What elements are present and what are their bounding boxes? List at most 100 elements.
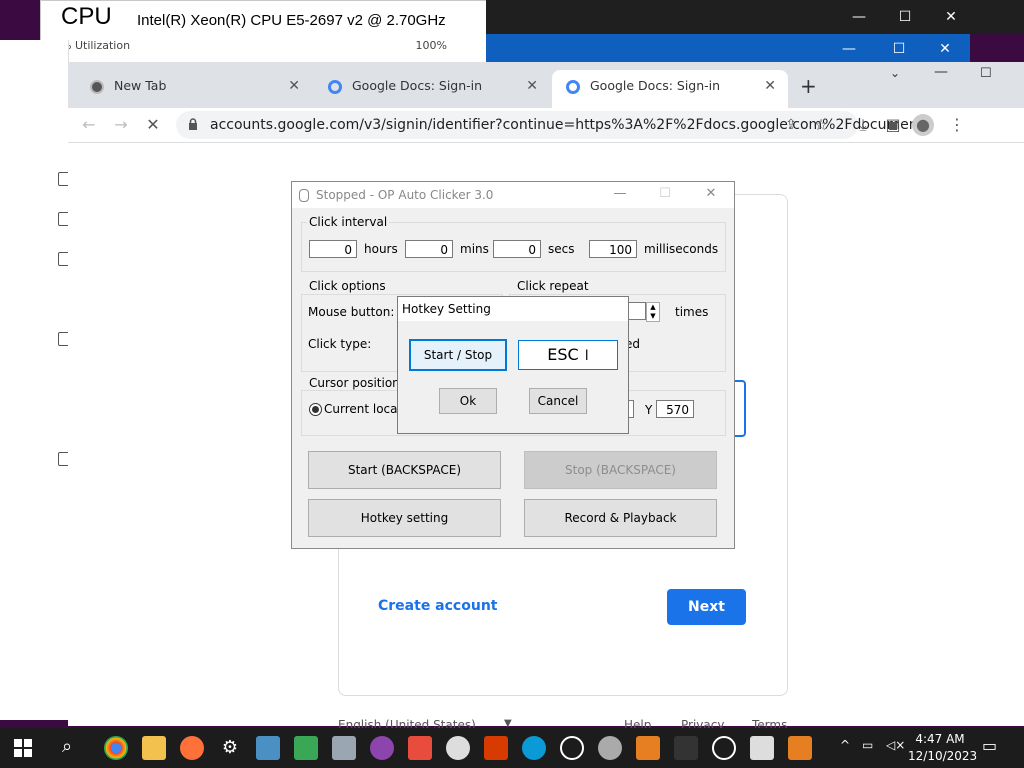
- close-tab-icon[interactable]: ✕: [526, 70, 538, 102]
- auto-clicker-titlebar: Stopped - OP Auto Clicker 3.0 — ☐ ✕: [292, 182, 734, 208]
- close-tab-icon[interactable]: ✕: [288, 70, 300, 102]
- mouse-icon[interactable]: [674, 736, 698, 760]
- hours-input[interactable]: 0: [309, 240, 357, 258]
- tab-new-tab[interactable]: New Tab ✕: [76, 70, 312, 108]
- file-explorer-icon[interactable]: [142, 736, 166, 760]
- maximize-icon[interactable]: ☐: [882, 2, 928, 32]
- new-tab-icon[interactable]: +: [800, 74, 817, 98]
- chrome-icon: [90, 80, 104, 94]
- create-account-link[interactable]: Create account: [378, 598, 497, 614]
- chevron-up-icon[interactable]: ^: [840, 738, 850, 752]
- times-label: times: [675, 305, 709, 319]
- windows-start-icon[interactable]: [14, 739, 32, 757]
- xbox-icon[interactable]: [712, 736, 736, 760]
- side-panel-icon[interactable]: ▣: [882, 114, 904, 136]
- download-icon[interactable]: ⤓: [852, 114, 874, 136]
- menu-kebab-icon[interactable]: ⋮: [946, 114, 968, 136]
- maximize-icon[interactable]: ☐: [876, 34, 922, 64]
- volume-icon[interactable]: ◁×: [886, 738, 905, 752]
- calendar-icon[interactable]: [788, 736, 812, 760]
- search-icon[interactable]: ⌕: [62, 736, 72, 757]
- y-label: Y: [645, 403, 653, 417]
- app-icon[interactable]: [560, 736, 584, 760]
- next-button[interactable]: Next: [667, 589, 746, 625]
- close-icon[interactable]: ✕: [696, 186, 726, 204]
- close-tab-icon[interactable]: ✕: [764, 70, 776, 102]
- cancel-button[interactable]: Cancel: [529, 388, 587, 414]
- hotkey-value: ESC: [547, 345, 579, 364]
- share-icon[interactable]: ⇪: [780, 114, 802, 136]
- windows-taskbar: ⌕ ⚙ ^ ▭ ◁× 4:47 AM 12/10/2023 ▭: [0, 728, 1024, 768]
- notification-icon[interactable]: ▭: [982, 736, 997, 755]
- click-type-label: Click type:: [308, 337, 372, 351]
- mins-label: mins: [460, 242, 489, 256]
- tab-label: New Tab: [114, 78, 167, 93]
- mouse-icon: [299, 189, 309, 202]
- spinner-icon[interactable]: ▲ ▼: [646, 302, 660, 322]
- close-icon[interactable]: ✕: [922, 34, 968, 64]
- close-icon[interactable]: ✕: [928, 2, 974, 32]
- chrome-icon[interactable]: [104, 736, 128, 760]
- security-icon[interactable]: [636, 736, 660, 760]
- background-app-sidebar: [0, 40, 72, 720]
- app-icon[interactable]: [294, 736, 318, 760]
- dialog-title: Hotkey Setting: [402, 302, 491, 316]
- clock-time[interactable]: 4:47 AM: [910, 732, 970, 746]
- app-icon[interactable]: [370, 736, 394, 760]
- stop-loading-icon[interactable]: ✕: [142, 114, 164, 136]
- mins-input[interactable]: 0: [405, 240, 453, 258]
- google-icon: [328, 80, 342, 94]
- hours-label: hours: [364, 242, 398, 256]
- store-icon[interactable]: [408, 736, 432, 760]
- y-coordinate-input[interactable]: 570: [656, 400, 694, 418]
- repeat-count-input[interactable]: [626, 302, 646, 320]
- settings-gear-icon[interactable]: ⚙: [218, 736, 242, 760]
- start-stop-hotkey-button[interactable]: Start / Stop: [409, 339, 507, 371]
- tab-google-docs-1[interactable]: Google Docs: Sign-in ✕: [314, 70, 550, 108]
- clock-date[interactable]: 12/10/2023: [908, 749, 977, 763]
- hotkey-input[interactable]: ESC I: [518, 340, 618, 370]
- feedback-icon[interactable]: [446, 736, 470, 760]
- app-icon[interactable]: [598, 736, 622, 760]
- secs-input[interactable]: 0: [493, 240, 541, 258]
- maximize-icon: ☐: [659, 186, 671, 201]
- stop-button: Stop (BACKSPACE): [524, 451, 717, 489]
- cpu-heading: CPU: [61, 3, 112, 30]
- camera-icon[interactable]: [750, 736, 774, 760]
- app-icon[interactable]: [332, 736, 356, 760]
- ok-button[interactable]: Ok: [439, 388, 497, 414]
- bookmark-star-icon[interactable]: ☆: [810, 114, 832, 136]
- cursor-position-label: Cursor position: [307, 376, 402, 390]
- record-playback-button[interactable]: Record & Playback: [524, 499, 717, 537]
- chevron-down-icon[interactable]: ⌄: [890, 66, 900, 80]
- start-button[interactable]: Start (BACKSPACE): [308, 451, 501, 489]
- hotkey-setting-button[interactable]: Hotkey setting: [308, 499, 501, 537]
- lock-icon: [189, 118, 197, 130]
- current-location-radio[interactable]: [309, 403, 322, 416]
- office-icon[interactable]: [484, 736, 508, 760]
- chrome-toolbar: ← → ✕ accounts.google.com/v3/signin/iden…: [68, 108, 1024, 143]
- text-cursor-icon: I: [584, 348, 589, 364]
- edge-icon[interactable]: [522, 736, 546, 760]
- milliseconds-label: milliseconds: [644, 242, 719, 256]
- utilization-label: % Utilization: [61, 39, 131, 52]
- milliseconds-input[interactable]: 100: [589, 240, 637, 258]
- back-icon[interactable]: ←: [78, 114, 100, 136]
- minimize-icon[interactable]: —: [836, 2, 882, 32]
- mouse-button-label: Mouse button:: [308, 305, 395, 319]
- app-icon[interactable]: [256, 736, 280, 760]
- google-icon: [566, 80, 580, 94]
- tab-label: Google Docs: Sign-in: [352, 78, 483, 93]
- minimize-icon[interactable]: —: [826, 34, 872, 64]
- profile-icon[interactable]: ●: [912, 114, 934, 136]
- minimize-icon[interactable]: —: [934, 64, 948, 80]
- network-icon[interactable]: ▭: [862, 738, 873, 752]
- minimize-icon[interactable]: —: [605, 186, 635, 204]
- maximize-icon[interactable]: ☐: [980, 66, 992, 81]
- address-bar[interactable]: accounts.google.com/v3/signin/identifier…: [176, 111, 931, 139]
- tab-google-docs-active[interactable]: Google Docs: Sign-in ✕: [552, 70, 788, 108]
- firefox-icon[interactable]: [180, 736, 204, 760]
- forward-icon[interactable]: →: [110, 114, 132, 136]
- dialog-titlebar: Hotkey Setting: [398, 297, 628, 321]
- click-repeat-label: Click repeat: [515, 279, 591, 293]
